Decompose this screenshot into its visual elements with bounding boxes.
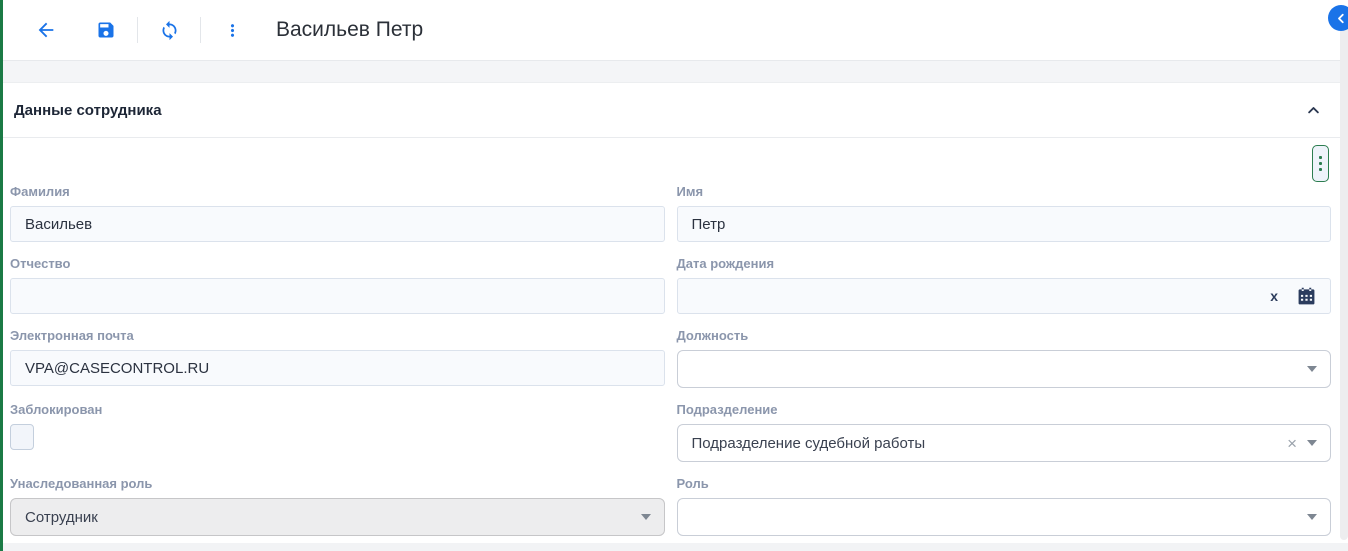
field-role: Роль (676, 476, 1331, 536)
scrollbar[interactable] (1340, 8, 1348, 540)
birth-date-label: Дата рождения (676, 256, 775, 271)
last-name-label: Фамилия (10, 184, 70, 199)
section-header-employee-data[interactable]: Данные сотрудника (0, 83, 1348, 138)
field-last-name: Фамилия (10, 184, 665, 242)
first-name-label: Имя (676, 184, 704, 199)
kebab-dot (1319, 167, 1322, 171)
blocked-checkbox[interactable] (10, 424, 34, 450)
panel-collapse-button[interactable] (1328, 5, 1348, 31)
last-name-input[interactable] (10, 206, 665, 242)
caret-down-icon (1307, 514, 1317, 520)
calendar-icon[interactable] (1297, 287, 1316, 306)
middle-name-input[interactable] (10, 278, 665, 314)
middle-name-label: Отчество (10, 256, 71, 271)
field-options-button[interactable] (1312, 144, 1329, 182)
toolbar-divider (200, 17, 201, 43)
arrow-left-icon (35, 19, 57, 41)
sync-icon (159, 20, 180, 41)
department-label: Подразделение (676, 402, 778, 417)
field-birth-date: Дата рождения x (676, 256, 1331, 314)
page-title: Васильев Петр (276, 18, 424, 41)
caret-down-icon (640, 514, 651, 520)
employee-form: Фамилия Имя Отчество Дата рождения x Эле… (0, 138, 1348, 550)
email-label: Электронная почта (10, 328, 134, 343)
header-spacer-band (0, 61, 1348, 83)
clear-date-button[interactable]: x (1268, 288, 1280, 304)
first-name-input[interactable] (676, 206, 1331, 242)
inherited-role-select: Сотрудник (10, 498, 665, 536)
field-inherited-role: Унаследованная роль Сотрудник (10, 476, 665, 536)
caret-down-icon (1307, 440, 1317, 446)
role-label: Роль (676, 476, 709, 491)
caret-down-icon (1307, 366, 1317, 372)
chevron-left-icon (1334, 11, 1348, 26)
field-middle-name: Отчество (10, 256, 665, 314)
field-department: Подразделение Подразделение судебной раб… (676, 402, 1331, 462)
back-button[interactable] (28, 12, 64, 48)
section-collapse-button[interactable] (1306, 103, 1321, 118)
field-first-name: Имя (676, 184, 1331, 242)
refresh-button[interactable] (151, 12, 187, 48)
more-vert-icon (223, 21, 242, 40)
department-select[interactable]: Подразделение судебной работы × (676, 424, 1331, 462)
save-button[interactable] (88, 12, 124, 48)
field-blocked: Заблокирован (10, 402, 665, 462)
toolbar-divider (137, 17, 138, 43)
left-edge-accent (0, 0, 3, 551)
email-input[interactable] (10, 350, 665, 386)
position-label: Должность (676, 328, 749, 343)
kebab-dot (1319, 155, 1322, 159)
field-position: Должность (676, 328, 1331, 388)
clear-department-button[interactable]: × (1287, 435, 1297, 452)
field-email: Электронная почта (10, 328, 665, 388)
position-select[interactable] (676, 350, 1331, 388)
chevron-up-icon (1306, 103, 1321, 118)
bottom-spacer-band (0, 543, 1348, 551)
toolbar: Васильев Петр (0, 0, 1348, 61)
blocked-label: Заблокирован (10, 402, 103, 417)
inherited-role-value: Сотрудник (25, 508, 98, 526)
department-value: Подразделение судебной работы (691, 434, 926, 452)
role-select[interactable] (676, 498, 1331, 536)
more-actions-button[interactable] (214, 12, 250, 48)
kebab-dot (1319, 161, 1322, 165)
floppy-disk-icon (96, 20, 116, 40)
inherited-role-label: Унаследованная роль (10, 476, 153, 491)
birth-date-input[interactable]: x (676, 278, 1331, 314)
section-title: Данные сотрудника (14, 101, 162, 119)
